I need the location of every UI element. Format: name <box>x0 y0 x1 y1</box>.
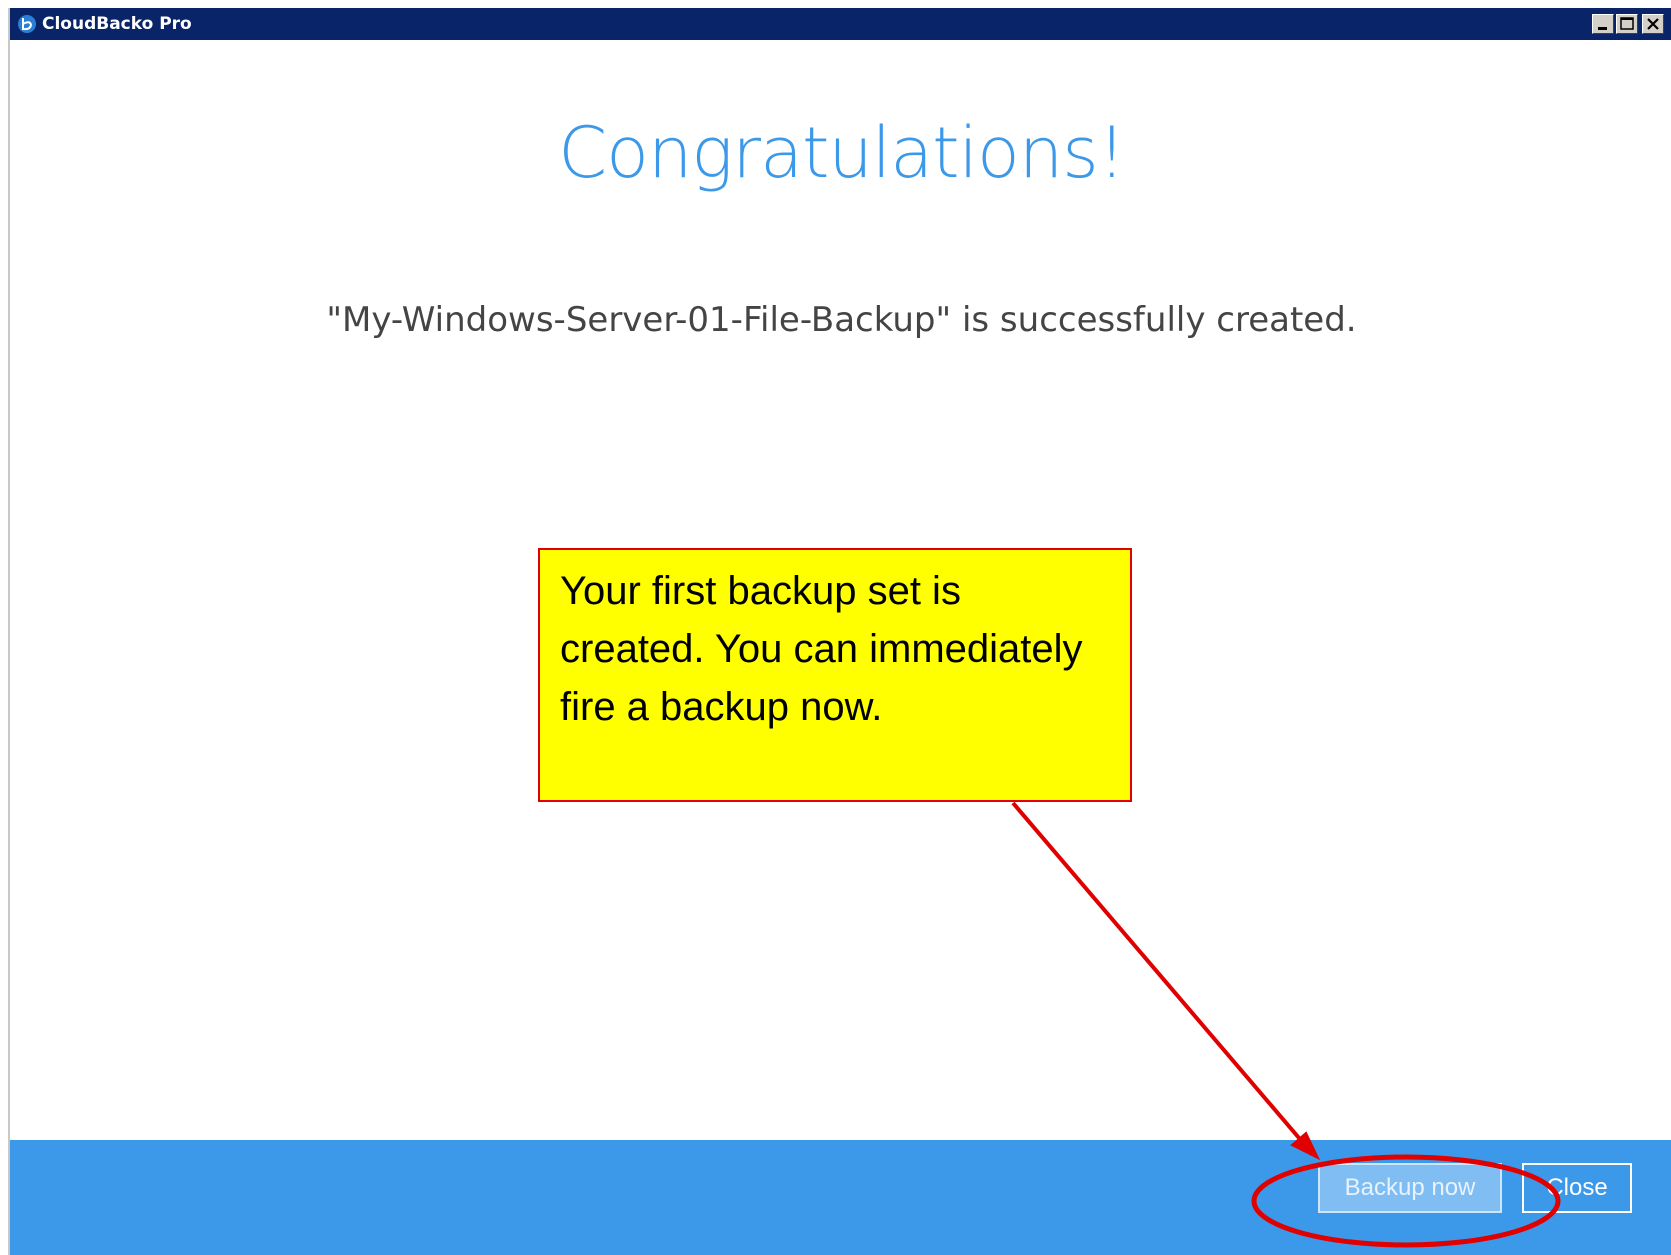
success-message: "My-Windows-Server-01-File-Backup" is su… <box>326 300 1357 340</box>
maximize-icon <box>1620 17 1634 30</box>
window-title: CloudBacko Pro <box>42 14 192 34</box>
annotation-callout: Your first backup set is created. You ca… <box>538 548 1132 802</box>
minimize-button[interactable] <box>1592 14 1614 34</box>
backup-now-button[interactable]: Backup now <box>1318 1163 1502 1213</box>
close-button[interactable]: Close <box>1522 1163 1632 1213</box>
title-bar[interactable]: CloudBacko Pro <box>10 8 1671 40</box>
close-icon <box>1647 18 1659 30</box>
maximize-button[interactable] <box>1616 14 1638 34</box>
page-title: Congratulations! <box>558 112 1126 194</box>
cloudbacko-logo-icon <box>17 14 37 34</box>
minimize-icon <box>1598 27 1607 30</box>
window-close-button[interactable] <box>1642 14 1664 34</box>
